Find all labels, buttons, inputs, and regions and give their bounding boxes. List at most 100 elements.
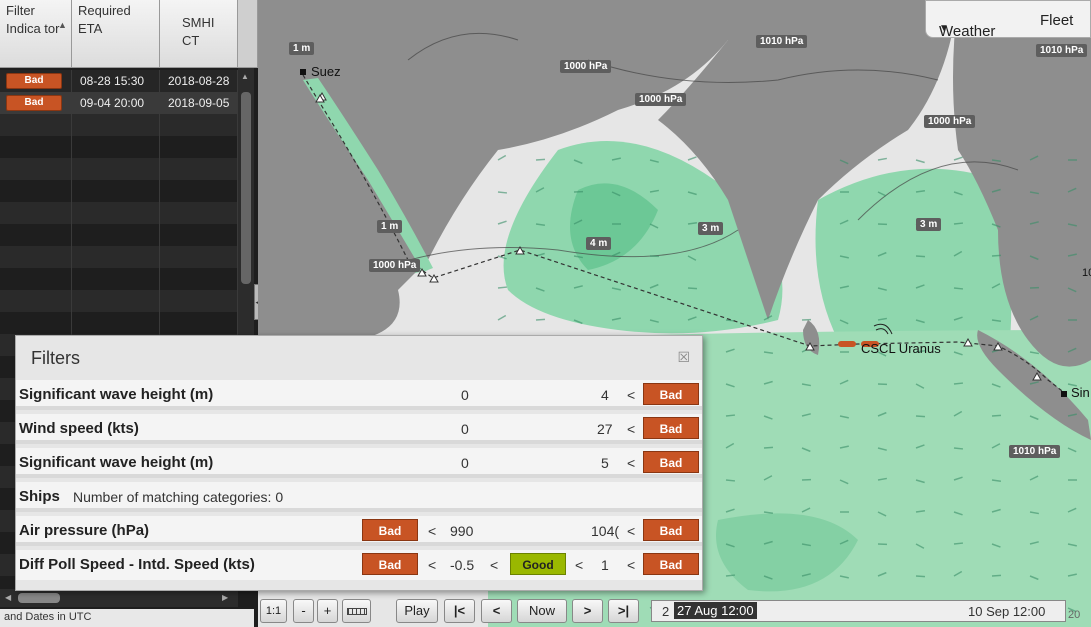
column-header-smhi-ct[interactable]: SMHI CT [160,0,238,68]
wind-arrow [991,414,1002,417]
now-button[interactable]: Now [517,599,567,623]
filter-row-wind-speed[interactable]: Wind speed (kts) 0 27 < Bad [16,414,702,444]
table-row[interactable] [0,224,238,246]
smhi-value: 2018-08-28 [168,74,230,88]
status-badge-bad[interactable]: Bad [362,519,418,541]
scroll-thumb[interactable] [18,593,60,603]
wind-arrow [725,479,736,482]
table-row[interactable] [0,180,238,202]
table-cell [160,114,238,136]
table-row[interactable] [0,136,238,158]
pressure-label: 1010 hPa [756,35,808,48]
filter-row-diff-poll-speed[interactable]: Diff Poll Speed - Intd. Speed (kts) Bad … [16,550,702,580]
less-than-sign: < [428,523,437,539]
status-badge-bad[interactable]: Bad [643,553,699,575]
table-row[interactable] [0,312,238,334]
last-frame-button[interactable]: >| [608,599,639,623]
table-row[interactable] [0,202,238,224]
table-cell [72,224,160,246]
scale-reset-button[interactable]: 1:1 [260,599,287,623]
ruler-button[interactable] [342,599,371,623]
play-button[interactable]: Play [396,599,438,623]
table-row[interactable] [0,246,238,268]
table-cell [160,290,238,312]
table-row[interactable] [0,158,238,180]
header-corner [238,0,258,68]
table-cell: 2018-08-28 [160,70,238,92]
eta-value: 08-28 15:30 [80,74,145,88]
zoom-in-button[interactable]: + [317,599,338,623]
suez-marker [300,69,306,75]
ship-label[interactable]: CSCL Uranus [861,341,941,356]
status-badge-bad[interactable]: Bad [643,451,699,473]
status-badge-bad[interactable]: Bad [643,519,699,541]
table-cell [0,180,72,202]
scroll-left-icon[interactable]: ◀ [5,593,11,602]
scroll-thumb[interactable] [241,92,251,284]
table-cell [160,202,238,224]
timeline-slider[interactable]: 2 27 Aug 12:00 10 Sep 12:00 [651,600,1066,622]
table-row[interactable] [0,268,238,290]
table-cell [72,202,160,224]
table-cell [160,224,238,246]
status-badge-bad[interactable]: Bad [362,553,418,575]
fleet-dropdown[interactable]: Fleet [1040,12,1073,29]
horizontal-scrollbar[interactable]: ◀ ▶ [0,589,238,607]
previous-frame-button[interactable]: < [481,599,512,623]
smhi-value: 2018-09-05 [168,96,230,110]
table-cell [0,312,72,334]
pressure-label: 1000 hPa [635,93,687,106]
filter-min-value[interactable]: 0 [461,421,469,437]
table-row[interactable] [0,290,238,312]
filter-min-value[interactable]: 0 [461,387,469,403]
filter-max-value[interactable]: 1 [601,557,609,573]
filter-row-wave-height-1[interactable]: Significant wave height (m) 0 4 < Bad [16,380,702,410]
status-badge-good[interactable]: Good [510,553,566,575]
filter-max-value[interactable]: 104( [591,523,619,539]
filter-min-value[interactable]: 990 [450,523,473,539]
table-cell [160,246,238,268]
filter-row-wave-height-2[interactable]: Significant wave height (m) 0 5 < Bad [16,448,702,478]
less-than-sign: < [627,557,636,573]
less-than-sign: < [627,421,636,437]
eta-value: 09-04 20:00 [80,96,145,110]
status-badge-bad[interactable]: Bad [643,383,699,405]
scroll-right-icon[interactable]: ▶ [222,593,228,602]
table-cell [72,180,160,202]
wind-arrow [535,318,546,321]
filter-row-air-pressure[interactable]: Air pressure (hPa) Bad < 990 104( < Bad [16,516,702,546]
status-badge-bad[interactable]: Bad [6,73,62,89]
filter-min-value[interactable]: -0.5 [450,557,474,573]
table-cell [0,202,72,224]
table-row[interactable] [0,114,238,136]
wind-arrow [915,415,926,418]
table-row[interactable]: Bad 09-04 20:00 2018-09-05 [0,92,238,114]
timeline-current-time[interactable]: 27 Aug 12:00 [674,602,757,619]
filter-max-value[interactable]: 4 [601,387,609,403]
table-cell: Bad [0,92,72,114]
filter-row-ships[interactable]: Ships Number of matching categories: 0 [16,482,702,512]
close-icon[interactable]: ☒ [677,350,690,366]
scroll-up-icon[interactable]: ▲ [241,72,249,81]
zoom-out-button[interactable]: - [293,599,314,623]
first-frame-button[interactable]: |< [444,599,475,623]
column-header-required-eta[interactable]: Required ETA [72,0,160,68]
table-row[interactable]: Bad 08-28 15:30 2018-08-28 [0,70,238,92]
wind-arrow [915,255,926,258]
port-label-singapore[interactable]: Sin [1071,385,1090,400]
next-frame-button[interactable]: > [572,599,603,623]
filter-max-value[interactable]: 27 [597,421,613,437]
less-than-sign: < [627,387,636,403]
column-header-filter-indicator[interactable]: Filter Indica tor ▲ [0,0,72,68]
wind-arrow [991,254,1002,257]
table-cell [160,268,238,290]
filter-label: Significant wave height (m) [19,454,214,471]
port-label-suez[interactable]: Suez [311,64,341,79]
wave-height-label: 1 m [377,220,403,233]
filter-min-value[interactable]: 0 [461,455,469,471]
wave-height-label: 1 m [289,42,315,55]
status-badge-bad[interactable]: Bad [643,417,699,439]
status-badge-bad[interactable]: Bad [6,95,62,111]
table-cell [72,290,160,312]
filter-max-value[interactable]: 5 [601,455,609,471]
